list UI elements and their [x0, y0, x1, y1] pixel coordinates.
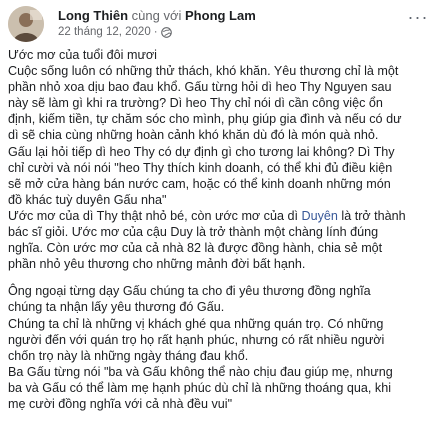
tagged-friend[interactable]: Phong Lam	[185, 8, 256, 23]
post-meta: 22 tháng 12, 2020 ·	[58, 25, 172, 39]
text-line: ba và Gấu có thể làm mẹ hạnh phúc dù chỉ…	[8, 380, 392, 395]
mention-link[interactable]: Duyên	[302, 209, 338, 223]
text-line: Cuộc sống luôn có những thử thách, khó k…	[8, 64, 399, 79]
avatar-image	[8, 6, 44, 42]
text-line: nghĩa. Còn ước mơ của cả nhà 82 là được …	[8, 241, 383, 256]
post-paragraph-1: Ước mơ của tuổi đôi mươi Cuộc sống luôn …	[8, 47, 436, 272]
more-options-icon[interactable]: ···	[404, 8, 432, 30]
text-line: Chúng ta chỉ là những vị khách ghé qua n…	[8, 316, 384, 331]
text-line: Gấu lại hỏi tiếp dì heo Thy có dự định g…	[8, 144, 395, 159]
post-body: Ước mơ của tuổi đôi mươi Cuộc sống luôn …	[8, 47, 436, 412]
text-line: dì sẽ chia cùng những hoàn cảnh khó khăn…	[8, 128, 379, 143]
post-header: Long Thiên cùng với Phong Lam 22 tháng 1…	[8, 6, 432, 42]
globe-icon[interactable]	[160, 26, 172, 38]
post-date[interactable]: 22 tháng 12, 2020	[58, 25, 151, 39]
post-author-line: Long Thiên cùng với Phong Lam	[58, 8, 256, 24]
text-line: Ông ngoại từng dạy Gấu chúng ta cho đi y…	[8, 284, 371, 299]
post-paragraph-2: Ông ngoại từng dạy Gấu chúng ta cho đi y…	[8, 283, 436, 412]
text-line: phần nhỏ yêu thương cho những mảnh đời b…	[8, 257, 306, 272]
text-line: người đến với quán trọ họ rất hạnh phúc,…	[8, 332, 385, 347]
text-line: định, kiếm tiền, tự chăm sóc cho mình, p…	[8, 112, 402, 127]
text-line: Ba Gấu từng nói "ba và Gấu không thể nào…	[8, 364, 393, 379]
facebook-post: Long Thiên cùng với Phong Lam 22 tháng 1…	[0, 0, 440, 429]
author-name[interactable]: Long Thiên	[58, 8, 128, 23]
text-line: Ước mơ của dì Thy thật nhỏ bé, còn ước m…	[8, 208, 302, 223]
text-line: này sẽ làm gì khi ra trường? Dì heo Thy …	[8, 96, 383, 111]
text-line: là trở thành	[337, 208, 406, 223]
text-line: mẹ cười đồng nghĩa với cả nhà đều vui"	[8, 396, 233, 411]
text-line: sẽ mở cửa hàng bán nước cam, hoặc có thể…	[8, 176, 391, 191]
text-line: phần nhỏ xoa dịu bao đau khổ. Gấu từng h…	[8, 80, 392, 95]
with-text: cùng với	[131, 8, 182, 23]
avatar[interactable]	[8, 6, 44, 42]
text-line: bác sĩ giỏi. Ước mơ của cậu Duy là trở t…	[8, 225, 379, 240]
text-line: Ước mơ của tuổi đôi mươi	[8, 48, 157, 62]
text-line: chốn trọ này là những ngày tháng đau khổ…	[8, 348, 249, 363]
text-line: chỉ cười và nói nói "heo Thy thích kinh …	[8, 160, 393, 175]
text-line: đồ khác tuỳ duyên Gấu nha"	[8, 192, 167, 207]
text-line: chúng ta nhận lấy yêu thương đó Gấu.	[8, 300, 225, 315]
meta-separator: ·	[153, 26, 158, 38]
